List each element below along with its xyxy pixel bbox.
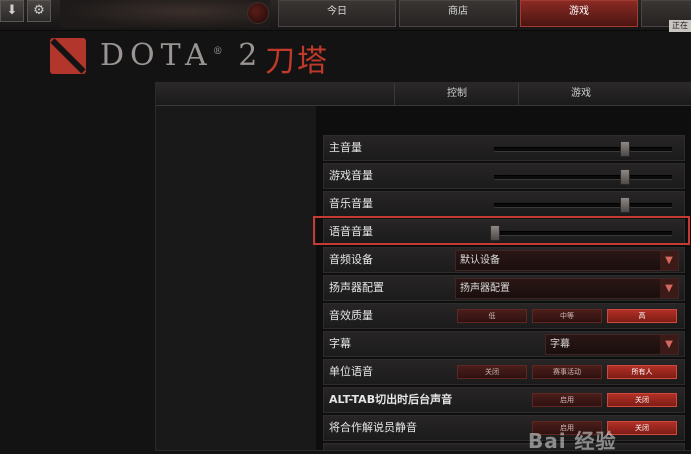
- settings-tabs: 控制 游戏: [156, 83, 691, 106]
- setting-label: ALT-TAB切出时后台声音: [329, 393, 453, 406]
- slider-handle[interactable]: [620, 141, 630, 157]
- tab-today[interactable]: 今日: [278, 0, 396, 27]
- highlight-box: [313, 216, 690, 245]
- setting-row-game-volume: 游戏音量: [323, 163, 685, 189]
- tab-store[interactable]: 商店: [399, 0, 517, 27]
- setting-row-mute-caster: 将合作解说员静音 启用 关闭: [323, 415, 685, 441]
- top-navigation-bar: ⬇ ⚙ 今日 商店 游戏 正在: [0, 0, 691, 32]
- settings-sidebar: [156, 106, 316, 450]
- option-enable[interactable]: 启用: [532, 393, 602, 407]
- chevron-down-icon[interactable]: ▼: [660, 279, 678, 298]
- option-high[interactable]: 高: [607, 309, 677, 323]
- setting-row-partial: [323, 443, 685, 451]
- tab-game[interactable]: 游戏: [520, 0, 638, 27]
- music-volume-slider[interactable]: [494, 203, 672, 208]
- setting-row-sound-quality: 音效质量 低 中等 高: [323, 303, 685, 329]
- setting-row-music-volume: 音乐音量: [323, 191, 685, 217]
- setting-label: 主音量: [329, 141, 362, 154]
- slider-handle[interactable]: [620, 169, 630, 185]
- baidu-watermark: Bai 经验: [528, 429, 617, 453]
- chevron-down-icon[interactable]: ▼: [660, 251, 678, 270]
- chevron-down-icon[interactable]: ▼: [660, 335, 678, 354]
- download-icon[interactable]: ⬇: [0, 0, 24, 22]
- dropdown-value: 扬声器配置: [460, 283, 510, 294]
- setting-label: 音效质量: [329, 309, 373, 322]
- setting-label: 音频设备: [329, 253, 373, 266]
- subtitles-dropdown[interactable]: 字幕 ▼: [545, 334, 679, 355]
- audio-device-dropdown[interactable]: 默认设备 ▼: [455, 250, 679, 271]
- option-off[interactable]: 关闭: [457, 365, 527, 379]
- setting-label: 游戏音量: [329, 169, 373, 182]
- setting-label: 音乐音量: [329, 197, 373, 210]
- option-low[interactable]: 低: [457, 309, 527, 323]
- slider-handle[interactable]: [620, 197, 630, 213]
- decorative-gem-icon: [247, 2, 269, 24]
- setting-row-audio-device: 音频设备 默认设备 ▼: [323, 247, 685, 273]
- logo-wordmark: DOTA® 2: [100, 38, 264, 73]
- setting-label: 将合作解说员静音: [329, 421, 417, 434]
- dota-logo-icon: [50, 38, 86, 74]
- setting-row-speaker-config: 扬声器配置 扬声器配置 ▼: [323, 275, 685, 301]
- setting-row-alt-tab-sound: ALT-TAB切出时后台声音 启用 关闭: [323, 387, 685, 413]
- setting-row-unit-voice: 单位语音 关闭 赛事活动 所有人: [323, 359, 685, 385]
- setting-row-subtitles: 字幕 字幕 ▼: [323, 331, 685, 357]
- speaker-config-dropdown[interactable]: 扬声器配置 ▼: [455, 278, 679, 299]
- setting-label: 单位语音: [329, 365, 373, 378]
- setting-label: 扬声器配置: [329, 281, 384, 294]
- setting-row-master-volume: 主音量: [323, 135, 685, 161]
- master-volume-slider[interactable]: [494, 147, 672, 152]
- option-events[interactable]: 赛事活动: [532, 365, 602, 379]
- option-everyone[interactable]: 所有人: [607, 365, 677, 379]
- option-disable[interactable]: 关闭: [607, 393, 677, 407]
- option-disable[interactable]: 关闭: [607, 421, 677, 435]
- status-corner-label: 正在: [669, 20, 691, 32]
- settings-gear-icon[interactable]: ⚙: [27, 0, 51, 22]
- tab-controls[interactable]: 控制: [394, 83, 519, 105]
- logo-chinese-name: 刀塔: [265, 44, 329, 79]
- tab-game-settings[interactable]: 游戏: [518, 83, 643, 105]
- decorative-ornament: [60, 0, 270, 28]
- dropdown-value: 默认设备: [460, 255, 500, 266]
- setting-label: 字幕: [329, 337, 351, 350]
- game-volume-slider[interactable]: [494, 175, 672, 180]
- dropdown-value: 字幕: [550, 339, 570, 350]
- option-medium[interactable]: 中等: [532, 309, 602, 323]
